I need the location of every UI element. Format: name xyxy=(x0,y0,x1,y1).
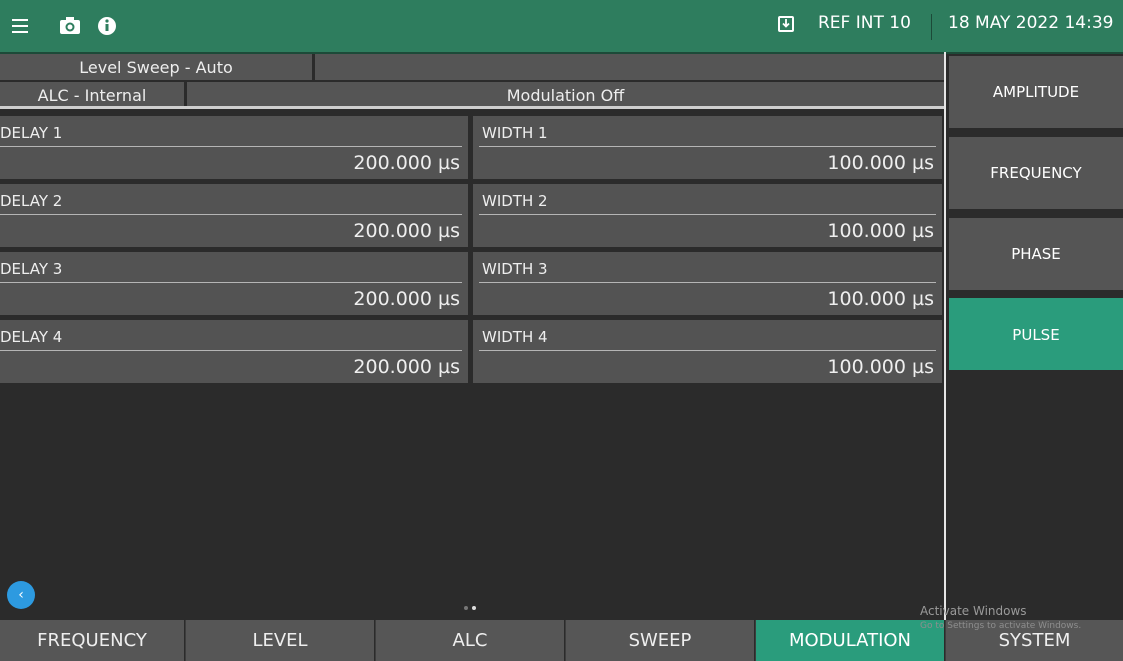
date-time: 18 MAY 2022 14:39 xyxy=(948,13,1114,33)
page-dot-2[interactable] xyxy=(472,606,476,610)
modulation-status-text: Modulation Off xyxy=(506,85,625,105)
width-4-label: WIDTH 4 xyxy=(482,328,548,346)
delay-3-value[interactable]: 200.000 µs xyxy=(353,288,460,310)
modulation-status: Modulation Off xyxy=(187,82,944,108)
level-sweep-text: Level Sweep - Auto xyxy=(79,57,233,77)
field-underline xyxy=(0,214,462,215)
reference-download-icon xyxy=(778,16,794,32)
width-1-value[interactable]: 100.000 µs xyxy=(827,152,934,174)
tab-modulation[interactable]: MODULATION xyxy=(755,620,944,661)
width-4-value[interactable]: 100.000 µs xyxy=(827,356,934,378)
side-menu-frequency[interactable]: FREQUENCY xyxy=(949,137,1123,209)
delay-3-field[interactable]: DELAY 3 200.000 µs xyxy=(0,252,468,315)
reference-status[interactable]: REF INT 10 xyxy=(818,13,911,33)
status-blank-cell xyxy=(315,54,944,80)
topbar-divider xyxy=(931,14,932,40)
camera-icon[interactable] xyxy=(58,14,82,38)
width-1-label: WIDTH 1 xyxy=(482,124,548,142)
delay-2-value[interactable]: 200.000 µs xyxy=(353,220,460,242)
width-3-value[interactable]: 100.000 µs xyxy=(827,288,934,310)
delay-2-field[interactable]: DELAY 2 200.000 µs xyxy=(0,184,468,247)
width-2-field[interactable]: WIDTH 2 100.000 µs xyxy=(473,184,942,247)
delay-4-label: DELAY 4 xyxy=(0,328,63,346)
side-menu-amplitude[interactable]: AMPLITUDE xyxy=(949,56,1123,128)
field-underline xyxy=(0,282,462,283)
width-3-label: WIDTH 3 xyxy=(482,260,548,278)
delay-3-label: DELAY 3 xyxy=(0,260,63,278)
field-underline xyxy=(479,350,936,351)
field-underline xyxy=(479,146,936,147)
side-menu-phase[interactable]: PHASE xyxy=(949,218,1123,290)
field-underline xyxy=(479,214,936,215)
tab-frequency[interactable]: FREQUENCY xyxy=(0,620,184,661)
top-bar: REF INT 10 18 MAY 2022 14:39 xyxy=(0,0,1123,54)
delay-1-value[interactable]: 200.000 µs xyxy=(353,152,460,174)
field-underline xyxy=(0,146,462,147)
width-1-field[interactable]: WIDTH 1 100.000 µs xyxy=(473,116,942,179)
delay-1-field[interactable]: DELAY 1 200.000 µs xyxy=(0,116,468,179)
page-dot-1[interactable] xyxy=(464,606,468,610)
width-2-label: WIDTH 2 xyxy=(482,192,548,210)
field-underline xyxy=(0,350,462,351)
info-icon[interactable] xyxy=(95,14,119,38)
delay-2-label: DELAY 2 xyxy=(0,192,63,210)
tab-alc[interactable]: ALC xyxy=(375,620,564,661)
activate-windows-watermark: Activate Windows xyxy=(920,604,1027,618)
delay-4-field[interactable]: DELAY 4 200.000 µs xyxy=(0,320,468,383)
field-underline xyxy=(479,282,936,283)
chevron-left-icon[interactable]: ‹ xyxy=(7,581,35,609)
delay-4-value[interactable]: 200.000 µs xyxy=(353,356,460,378)
activate-windows-subtext: Go to Settings to activate Windows. xyxy=(920,621,1082,631)
tab-sweep[interactable]: SWEEP xyxy=(565,620,754,661)
side-panel-divider xyxy=(944,52,946,620)
alc-status-text: ALC - Internal xyxy=(37,85,147,105)
alc-status: ALC - Internal xyxy=(0,82,184,108)
width-4-field[interactable]: WIDTH 4 100.000 µs xyxy=(473,320,942,383)
side-menu-pulse[interactable]: PULSE xyxy=(949,298,1123,370)
width-3-field[interactable]: WIDTH 3 100.000 µs xyxy=(473,252,942,315)
menu-icon[interactable] xyxy=(10,14,34,38)
width-2-value[interactable]: 100.000 µs xyxy=(827,220,934,242)
status-divider xyxy=(0,106,944,109)
delay-1-label: DELAY 1 xyxy=(0,124,63,142)
level-sweep-status: Level Sweep - Auto xyxy=(0,54,312,80)
tab-level[interactable]: LEVEL xyxy=(185,620,374,661)
